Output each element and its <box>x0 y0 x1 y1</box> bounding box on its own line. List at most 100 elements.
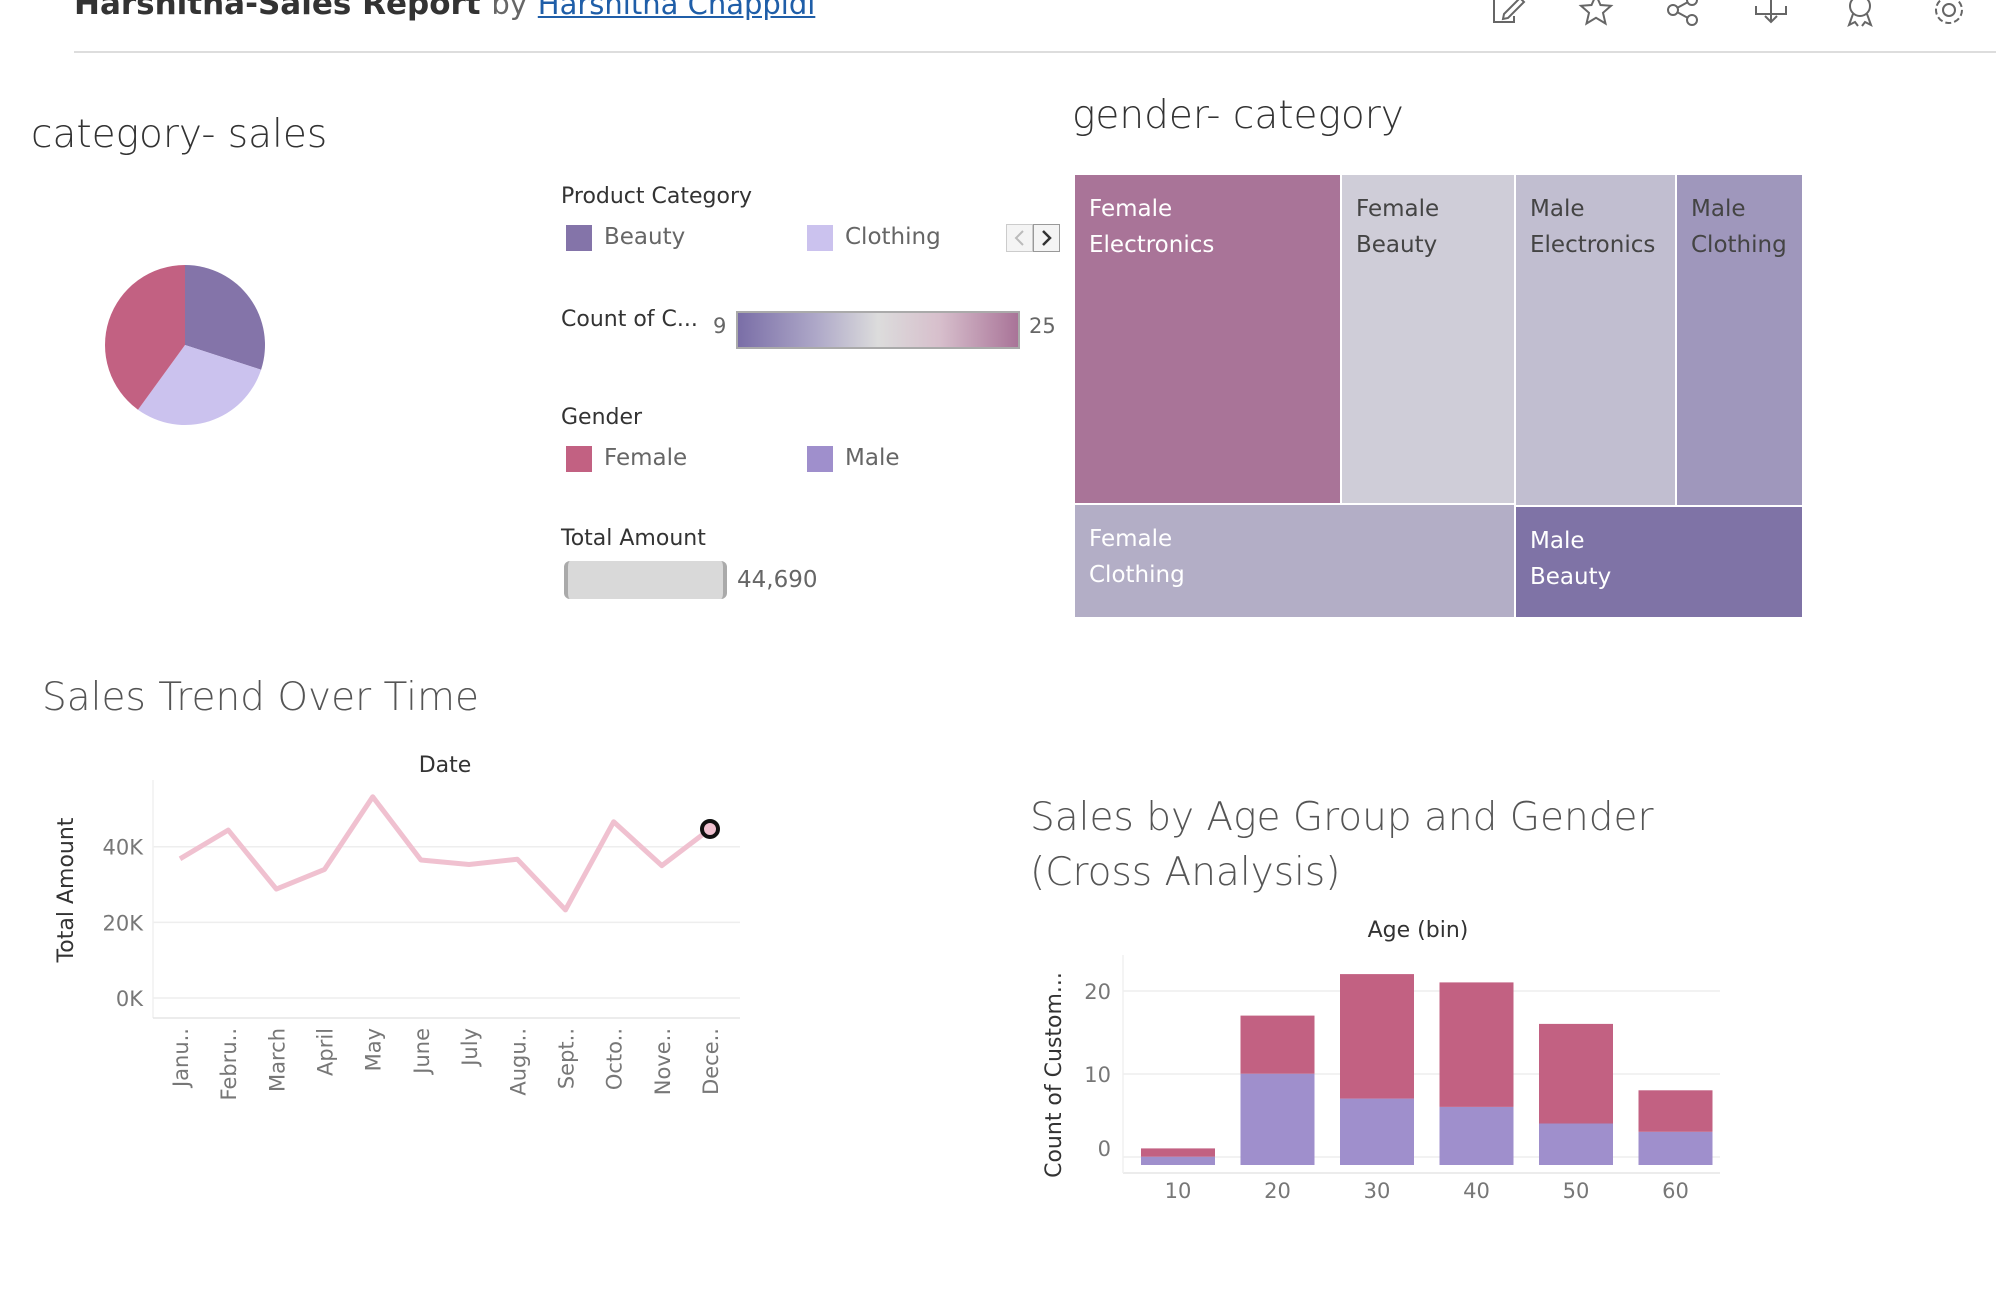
bar-female-10[interactable] <box>1141 1148 1215 1157</box>
highlighted-point[interactable] <box>700 818 720 839</box>
x-tick-label: July <box>458 1028 482 1068</box>
x-tick-label: May <box>362 1028 386 1071</box>
cell-label-line2: Beauty <box>1356 232 1438 258</box>
edit-icon[interactable] <box>1490 0 1528 28</box>
x-tick-label: Octo.. <box>603 1028 627 1090</box>
male-swatch <box>807 445 833 472</box>
x-tick-label: Janu.. <box>169 1028 193 1089</box>
x-axis-title: Age (bin) <box>1368 918 1469 943</box>
total-amount-value: 44,690 <box>737 567 818 593</box>
legend-item-female[interactable]: Female <box>566 445 687 472</box>
clothing-swatch <box>807 224 833 251</box>
legend-pager <box>1006 224 1060 252</box>
bar-male-10[interactable] <box>1141 1156 1215 1165</box>
gender-legend-title: Gender <box>561 405 643 430</box>
legend-item-beauty[interactable]: Beauty <box>566 224 685 251</box>
star-icon[interactable] <box>1577 0 1615 28</box>
count-legend-min: 9 <box>713 314 727 338</box>
bar-male-40[interactable] <box>1439 1106 1514 1165</box>
y-axis-title: Total Amount <box>54 817 79 963</box>
bar-female-50[interactable] <box>1539 1023 1613 1124</box>
y-tick-label: 0 <box>1098 1137 1111 1161</box>
bar-female-60[interactable] <box>1638 1090 1713 1132</box>
treemap-cell-male-electronics[interactable]: Male Electronics <box>1516 175 1675 505</box>
treemap-cell-male-clothing[interactable]: Male Clothing <box>1677 175 1802 505</box>
x-tick-label: 40 <box>1463 1179 1490 1203</box>
x-tick-label: June <box>410 1028 434 1076</box>
bar-female-20[interactable] <box>1240 1015 1315 1074</box>
author-link[interactable]: Harshitha Chappidi <box>538 0 816 21</box>
header-divider <box>74 51 1996 53</box>
cell-label-line2: Beauty <box>1530 564 1612 590</box>
cell-label-line1: Male <box>1530 196 1585 222</box>
share-icon[interactable] <box>1664 0 1702 28</box>
x-tick-label: Augu.. <box>506 1028 530 1096</box>
x-tick-label: Dece.. <box>699 1028 723 1095</box>
y-tick-label: 10 <box>1084 1063 1111 1087</box>
product-category-legend-title: Product Category <box>561 184 753 209</box>
x-tick-label: 60 <box>1662 1179 1689 1203</box>
count-color-ramp <box>736 311 1020 349</box>
x-tick-label: Febru.. <box>217 1028 241 1100</box>
bar-male-20[interactable] <box>1240 1073 1315 1165</box>
cell-label-line1: Male <box>1530 528 1585 554</box>
report-title: Harshitha-Sales Report <box>74 0 481 22</box>
x-tick-label: Nove.. <box>651 1028 675 1095</box>
legend-item-clothing[interactable]: Clothing <box>807 224 941 251</box>
bar-female-40[interactable] <box>1439 982 1514 1107</box>
bar-chart-title-line2: (Cross Analysis) <box>1030 850 1341 895</box>
bar-chart-title: Sales by Age Group and Gender (Cross Ana… <box>1030 790 1654 900</box>
gender-category-treemap: Female Electronics Female Beauty Male El… <box>1075 175 1802 617</box>
x-tick-label: 30 <box>1364 1179 1391 1203</box>
cell-label-line2: Electronics <box>1089 232 1215 258</box>
cell-label-line2: Clothing <box>1089 562 1185 588</box>
cell-label-line1: Female <box>1089 526 1173 552</box>
y-tick-label: 20 <box>1084 980 1111 1004</box>
count-legend-title: Count of C... <box>561 307 698 332</box>
bar-male-30[interactable] <box>1340 1098 1414 1165</box>
report-title-bar: Harshitha-Sales Report by Harshitha Chap… <box>74 0 815 22</box>
female-swatch <box>566 445 592 472</box>
total-amount-legend-title: Total Amount <box>561 526 706 551</box>
cell-label-line1: Male <box>1691 196 1746 222</box>
line-chart-title: Sales Trend Over Time <box>42 675 479 720</box>
y-axis-title: Count of Custom... <box>1042 972 1067 1178</box>
treemap-cell-female-beauty[interactable]: Female Beauty <box>1342 175 1514 503</box>
pager-prev-button <box>1006 224 1033 252</box>
x-tick-label: 10 <box>1165 1179 1192 1203</box>
x-tick-label: March <box>265 1028 289 1092</box>
x-tick-label: 50 <box>1563 1179 1590 1203</box>
bar-female-30[interactable] <box>1340 974 1414 1099</box>
y-tick-label: 40K <box>103 836 145 860</box>
treemap-cell-female-clothing[interactable]: Female Clothing <box>1075 505 1514 617</box>
pie-chart-title: category- sales <box>31 112 328 157</box>
x-tick-label: 20 <box>1264 1179 1291 1203</box>
x-tick-label: April <box>314 1028 338 1076</box>
bar-male-50[interactable] <box>1539 1123 1613 1166</box>
cell-label-line1: Female <box>1356 196 1440 222</box>
treemap-cell-female-electronics[interactable]: Female Electronics <box>1075 175 1340 503</box>
category-pie-chart <box>105 265 265 425</box>
legend-item-male[interactable]: Male <box>807 445 899 472</box>
cell-label-line2: Clothing <box>1691 232 1787 258</box>
legend-label-female: Female <box>604 445 688 471</box>
gear-icon[interactable] <box>1930 0 1968 28</box>
by-label: by <box>491 0 527 21</box>
y-tick-label: 0K <box>116 987 144 1011</box>
badge-icon[interactable] <box>1841 0 1879 28</box>
y-tick-label: 20K <box>103 911 145 935</box>
total-amount-size-swatch <box>564 561 727 599</box>
x-tick-label: Sept.. <box>554 1028 578 1089</box>
legend-label-male: Male <box>845 445 900 471</box>
bar-chart-title-line1: Sales by Age Group and Gender <box>1030 795 1654 840</box>
pager-next-button <box>1033 224 1060 252</box>
cell-label-line2: Electronics <box>1530 232 1656 258</box>
sales-trend-line-chart: 0K 20K 40K Date Total Amount Janu.. Febru.. Mar… <box>54 753 740 1100</box>
sales-trend-line[interactable] <box>178 794 712 913</box>
treemap-title: gender- category <box>1072 93 1404 138</box>
bar-male-60[interactable] <box>1638 1131 1713 1165</box>
cell-label-line1: Female <box>1089 196 1173 222</box>
download-icon[interactable] <box>1752 0 1790 28</box>
age-gender-bar-chart: Age (bin) Count of Custom... 0 10 20 10 20 30 40… <box>1042 918 1720 1203</box>
treemap-cell-male-beauty[interactable]: Male Beauty <box>1516 507 1802 617</box>
